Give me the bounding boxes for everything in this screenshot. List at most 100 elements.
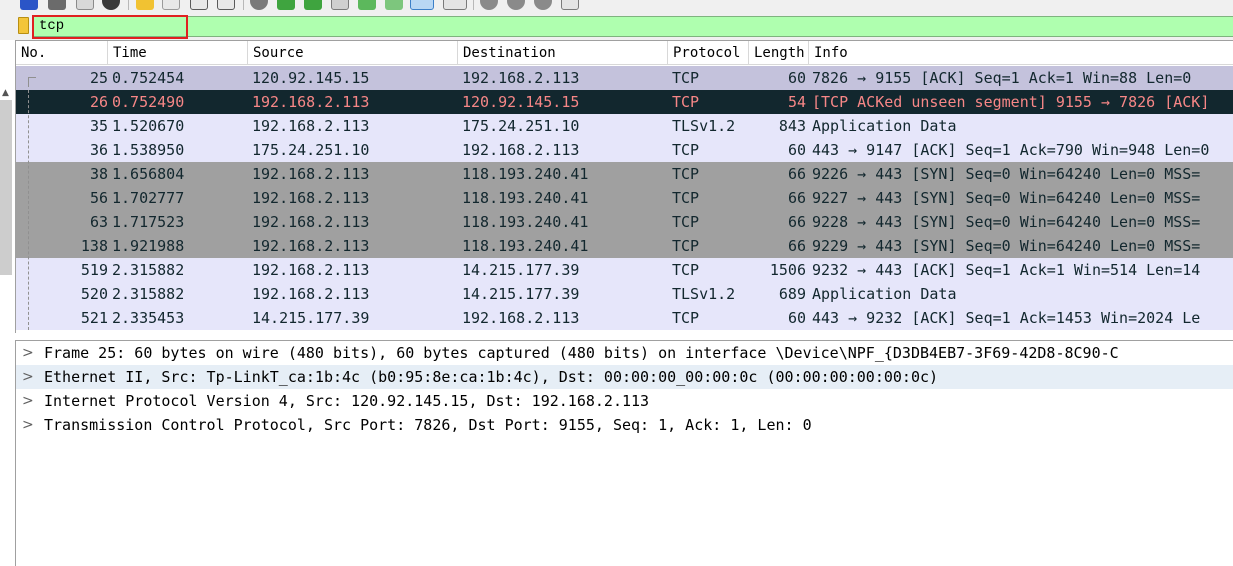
detail-tree-item[interactable]: > Ethernet II, Src: Tp-LinkT_ca:1b:4c (b0… bbox=[16, 365, 1233, 389]
packet-source: 192.168.2.113 bbox=[252, 93, 370, 111]
packet-source: 192.168.2.113 bbox=[252, 213, 370, 231]
display-filter-input[interactable]: tcp bbox=[33, 16, 1233, 37]
packet-source: 120.92.145.15 bbox=[252, 69, 370, 87]
packet-info: 9228 → 443 [SYN] Seq=0 Win=64240 Len=0 M… bbox=[812, 213, 1201, 231]
packet-row[interactable]: 25 0.752454 120.92.145.15 192.168.2.113 TCP 6… bbox=[16, 66, 1233, 90]
column-header-no[interactable]: No. bbox=[16, 41, 108, 65]
packet-row[interactable]: 521 2.335453 14.215.177.39 192.168.2.113 TCP… bbox=[16, 306, 1233, 330]
zoom-in-icon[interactable] bbox=[480, 0, 498, 10]
packet-info: 9232 → 443 [ACK] Seq=1 Ack=1 Win=514 Len… bbox=[812, 261, 1201, 279]
packet-info: 9227 → 443 [SYN] Seq=0 Win=64240 Len=0 M… bbox=[812, 189, 1201, 207]
packet-destination: 118.193.240.41 bbox=[462, 165, 589, 183]
related-packet-line bbox=[28, 90, 29, 330]
go-last-icon[interactable] bbox=[385, 0, 403, 10]
open-folder-icon[interactable] bbox=[136, 0, 154, 10]
packet-info: Application Data bbox=[812, 285, 957, 303]
packet-list: No. Time Source Destination Protocol Len… bbox=[15, 40, 1233, 333]
packet-row[interactable]: 56 1.702777 192.168.2.113 118.193.240.41 TCP… bbox=[16, 186, 1233, 210]
stop-icon[interactable] bbox=[48, 0, 66, 10]
packet-source: 192.168.2.113 bbox=[252, 237, 370, 255]
packet-protocol: TCP bbox=[672, 165, 700, 183]
packet-length: 66 bbox=[787, 213, 806, 231]
close-file-icon[interactable] bbox=[190, 0, 208, 10]
scroll-up-arrow-icon[interactable]: ▲ bbox=[2, 88, 9, 98]
expand-chevron-icon[interactable]: > bbox=[22, 413, 36, 437]
packet-destination: 118.193.240.41 bbox=[462, 189, 589, 207]
packet-destination: 192.168.2.113 bbox=[462, 309, 580, 327]
toolbar-separator bbox=[128, 0, 129, 10]
expand-chevron-icon[interactable]: > bbox=[22, 365, 36, 389]
detail-tree-item[interactable]: > Internet Protocol Version 4, Src: 120.9… bbox=[16, 389, 1233, 413]
packet-row[interactable]: 138 1.921988 192.168.2.113 118.193.240.41 TC… bbox=[16, 234, 1233, 258]
column-header-time[interactable]: Time bbox=[108, 41, 248, 65]
colorize-icon[interactable] bbox=[443, 0, 467, 10]
zoom-normal-icon[interactable] bbox=[534, 0, 552, 10]
column-header-protocol[interactable]: Protocol bbox=[668, 41, 749, 65]
restart-icon[interactable] bbox=[76, 0, 94, 10]
packet-protocol: TCP bbox=[672, 93, 700, 111]
zoom-out-icon[interactable] bbox=[507, 0, 525, 10]
packet-protocol: TCP bbox=[672, 237, 700, 255]
column-header-length[interactable]: Length bbox=[749, 41, 809, 65]
packet-time: 0.752454 bbox=[112, 69, 185, 87]
expand-chevron-icon[interactable]: > bbox=[22, 389, 36, 413]
main-toolbar bbox=[0, 0, 1233, 12]
packet-number: 36 bbox=[89, 141, 108, 159]
toolbar-separator bbox=[243, 0, 244, 10]
resize-columns-icon[interactable] bbox=[561, 0, 579, 10]
packet-length: 60 bbox=[787, 69, 806, 87]
packet-time: 2.335453 bbox=[112, 309, 185, 327]
detail-tree-item[interactable]: > Frame 25: 60 bytes on wire (480 bits), … bbox=[16, 341, 1233, 365]
packet-row[interactable]: 520 2.315882 192.168.2.113 14.215.177.39 TLS… bbox=[16, 282, 1233, 306]
scrollbar-thumb[interactable] bbox=[0, 100, 12, 275]
packet-number: 26 bbox=[89, 93, 108, 111]
packet-protocol: TLSv1.2 bbox=[672, 285, 736, 303]
save-file-icon[interactable] bbox=[162, 0, 180, 10]
packet-info: Application Data bbox=[812, 117, 957, 135]
bookmark-icon[interactable] bbox=[18, 17, 29, 34]
detail-tree-item[interactable]: > Transmission Control Protocol, Src Port… bbox=[16, 413, 1233, 437]
shark-fin-start-icon[interactable] bbox=[20, 0, 38, 10]
column-header-source[interactable]: Source bbox=[248, 41, 458, 65]
packet-length: 689 bbox=[778, 285, 806, 303]
packet-destination: 192.168.2.113 bbox=[462, 141, 580, 159]
packet-source: 192.168.2.113 bbox=[252, 117, 370, 135]
packet-length: 1506 bbox=[769, 261, 806, 279]
packet-source: 192.168.2.113 bbox=[252, 189, 370, 207]
autoscroll-icon[interactable] bbox=[410, 0, 434, 10]
go-forward-icon[interactable] bbox=[304, 0, 322, 10]
packet-length: 54 bbox=[787, 93, 806, 111]
packet-row[interactable]: 35 1.520670 192.168.2.113 175.24.251.10 TLSv… bbox=[16, 114, 1233, 138]
reload-icon[interactable] bbox=[217, 0, 235, 10]
column-header-info[interactable]: Info bbox=[809, 41, 1233, 65]
packet-length: 66 bbox=[787, 237, 806, 255]
packet-destination: 175.24.251.10 bbox=[462, 117, 580, 135]
expand-chevron-icon[interactable]: > bbox=[22, 341, 36, 365]
packet-row[interactable]: 63 1.717523 192.168.2.113 118.193.240.41 TCP… bbox=[16, 210, 1233, 234]
packet-protocol: TLSv1.2 bbox=[672, 117, 736, 135]
packet-row[interactable]: 26 0.752490 192.168.2.113 120.92.145.15 TCP 5… bbox=[16, 90, 1233, 114]
find-icon[interactable] bbox=[250, 0, 268, 10]
packet-row[interactable]: 38 1.656804 192.168.2.113 118.193.240.41 TCP… bbox=[16, 162, 1233, 186]
column-header-destination[interactable]: Destination bbox=[458, 41, 668, 65]
toolbar-separator bbox=[473, 0, 474, 10]
packet-list-header: No. Time Source Destination Protocol Len… bbox=[16, 41, 1233, 65]
packet-row[interactable]: 519 2.315882 192.168.2.113 14.215.177.39 TCP… bbox=[16, 258, 1233, 282]
packet-protocol: TCP bbox=[672, 261, 700, 279]
packet-info: 9229 → 443 [SYN] Seq=0 Win=64240 Len=0 M… bbox=[812, 237, 1201, 255]
packet-number: 138 bbox=[80, 237, 108, 255]
go-to-packet-icon[interactable] bbox=[331, 0, 349, 10]
detail-tree-label: Transmission Control Protocol, Src Port:… bbox=[44, 416, 812, 434]
packet-number: 38 bbox=[89, 165, 108, 183]
packet-protocol: TCP bbox=[672, 213, 700, 231]
packet-destination: 120.92.145.15 bbox=[462, 93, 580, 111]
packet-info: 7826 → 9155 [ACK] Seq=1 Ack=1 Win=88 Len… bbox=[812, 69, 1192, 87]
packet-details-pane: > Frame 25: 60 bytes on wire (480 bits), … bbox=[15, 340, 1233, 566]
packet-number: 519 bbox=[80, 261, 108, 279]
packet-destination: 192.168.2.113 bbox=[462, 69, 580, 87]
packet-destination: 118.193.240.41 bbox=[462, 237, 589, 255]
go-back-icon[interactable] bbox=[277, 0, 295, 10]
options-gear-icon[interactable] bbox=[102, 0, 120, 10]
go-first-icon[interactable] bbox=[358, 0, 376, 10]
packet-row[interactable]: 36 1.538950 175.24.251.10 192.168.2.113 TCP 6… bbox=[16, 138, 1233, 162]
